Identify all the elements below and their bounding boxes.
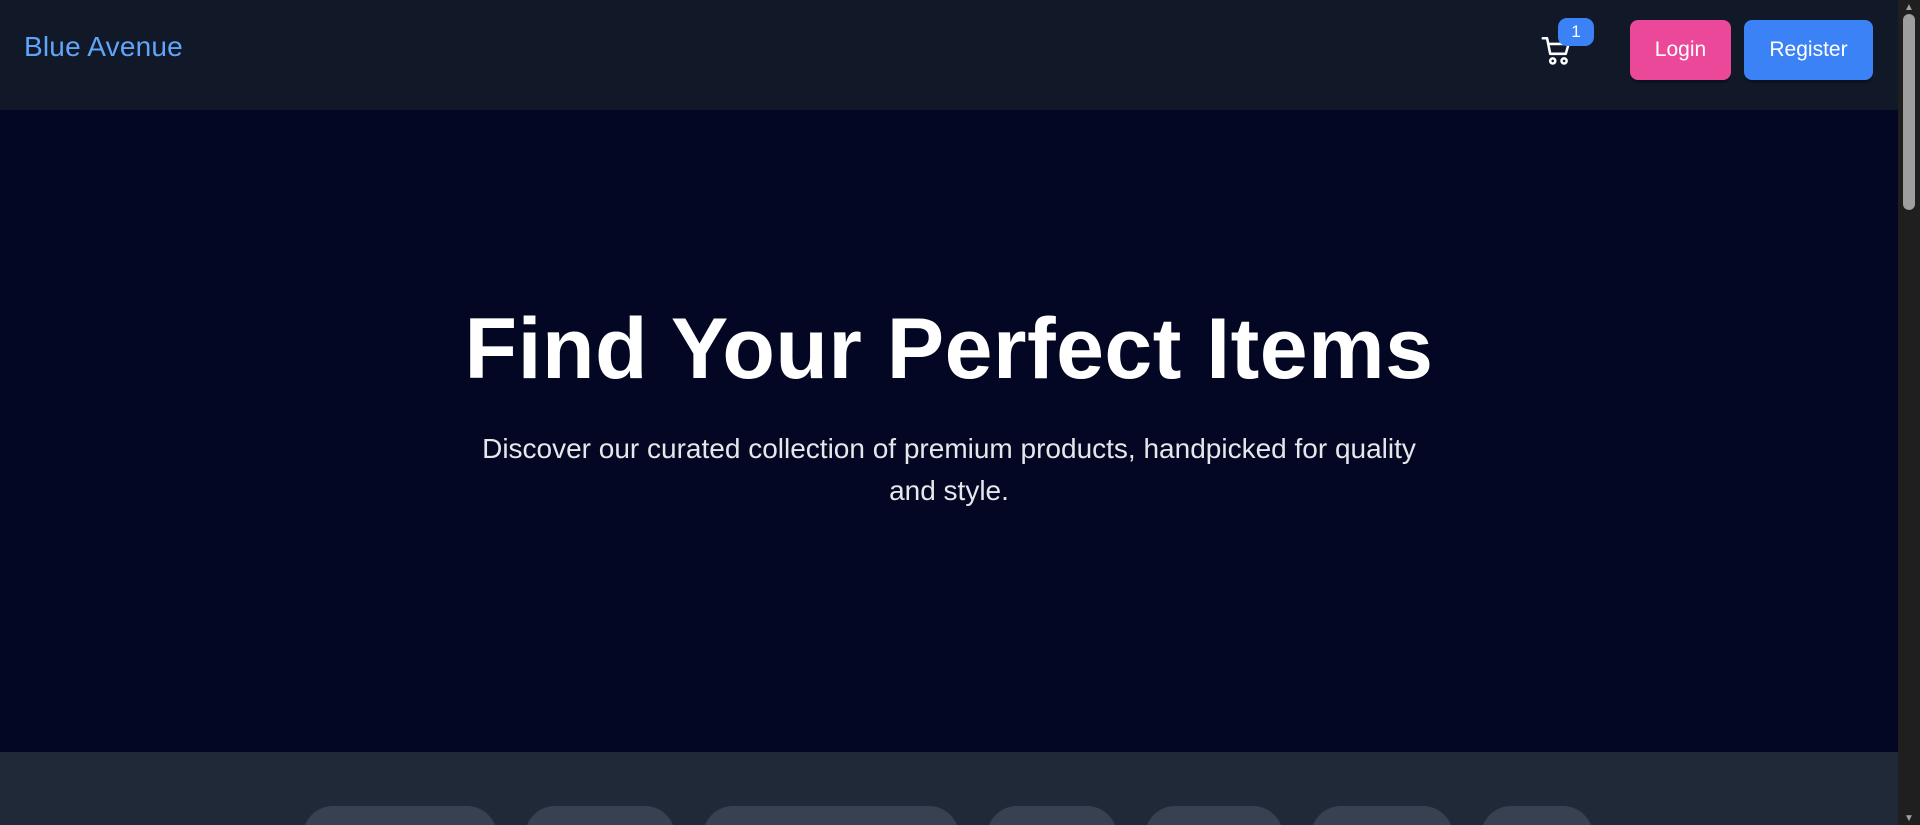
register-button[interactable]: Register	[1744, 20, 1873, 80]
category-filter-bar	[0, 752, 1898, 825]
category-pill[interactable]	[987, 806, 1117, 825]
brand-logo[interactable]: Blue Avenue	[24, 31, 183, 63]
cart-count-badge: 1	[1558, 18, 1594, 46]
category-pill[interactable]	[703, 806, 959, 825]
hero-title: Find Your Perfect Items	[464, 301, 1434, 397]
hero-subtitle: Discover our curated collection of premi…	[482, 433, 1416, 506]
navbar: Blue Avenue 1 Login Register	[0, 0, 1898, 110]
page: Blue Avenue 1 Login Register Find Your P…	[0, 0, 1898, 825]
scrollbar-thumb[interactable]	[1903, 14, 1915, 210]
category-pill[interactable]	[525, 806, 675, 825]
category-pill[interactable]	[1481, 806, 1593, 825]
chevron-up-icon[interactable]: ▲	[1898, 0, 1920, 14]
chevron-down-icon[interactable]: ▼	[1898, 811, 1920, 825]
hero-section: Find Your Perfect Items Discover our cur…	[0, 110, 1898, 752]
category-pill[interactable]	[1145, 806, 1283, 825]
category-pill[interactable]	[303, 806, 497, 825]
vertical-scrollbar[interactable]: ▲ ▼	[1898, 0, 1920, 825]
category-pill[interactable]	[1311, 806, 1453, 825]
login-button[interactable]: Login	[1630, 20, 1731, 80]
